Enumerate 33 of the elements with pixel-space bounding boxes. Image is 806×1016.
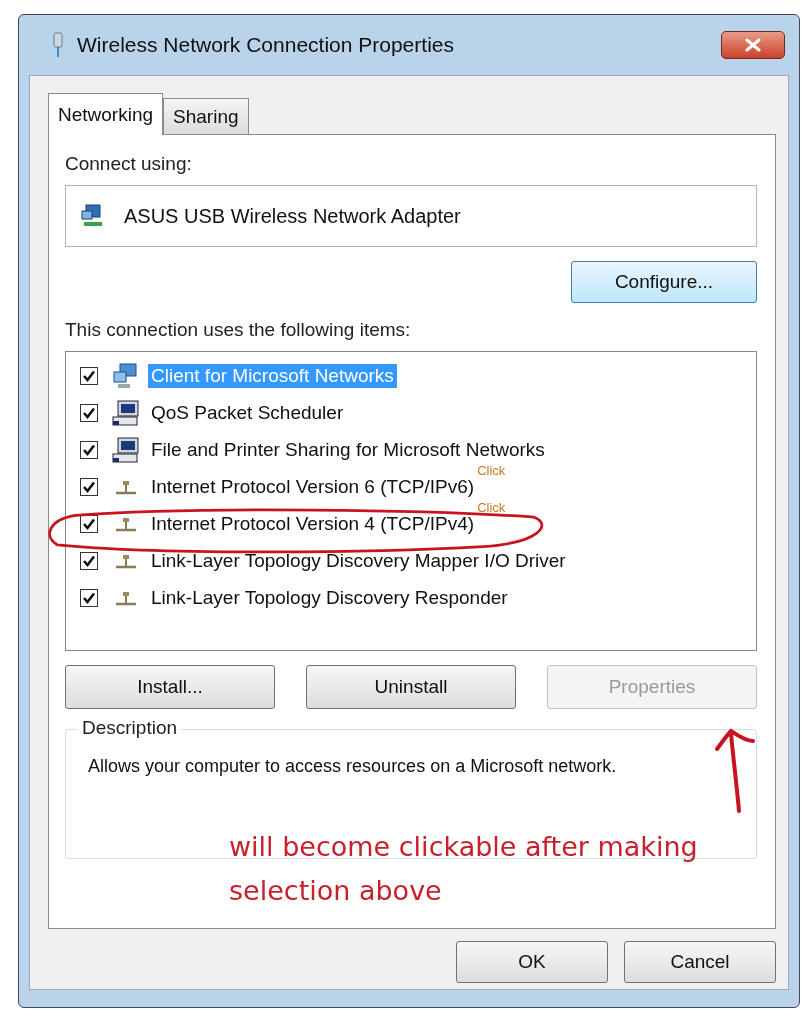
item-label[interactable]: QoS Packet Scheduler bbox=[148, 401, 347, 425]
item-label[interactable]: Internet Protocol Version 6 (TCP/IPv6) bbox=[148, 475, 478, 499]
network-plug-icon bbox=[51, 32, 65, 58]
tab[interactable]: Sharing bbox=[163, 98, 249, 134]
annotation-note: will become clickable after making selection above bbox=[229, 830, 699, 908]
dialog-button[interactable]: OK bbox=[456, 941, 608, 983]
click-note: Click bbox=[477, 463, 506, 478]
tab[interactable]: Networking bbox=[48, 93, 164, 135]
computer-icon bbox=[112, 399, 140, 427]
adapter-name: ASUS USB Wireless Network Adapter bbox=[124, 204, 461, 228]
item-action-button[interactable]: Install... bbox=[65, 665, 275, 709]
checkbox[interactable] bbox=[80, 552, 98, 570]
configure-button[interactable]: Configure... bbox=[571, 261, 757, 303]
item-label[interactable]: File and Printer Sharing for Microsoft Networks bbox=[148, 438, 548, 462]
close-button[interactable] bbox=[721, 31, 785, 59]
checkbox[interactable] bbox=[80, 441, 98, 459]
dialog-button[interactable]: Cancel bbox=[624, 941, 776, 983]
checkbox[interactable] bbox=[80, 478, 98, 496]
computer-icon bbox=[112, 436, 140, 464]
item-label[interactable]: Link-Layer Topology Discovery Mapper I/O Driver bbox=[148, 549, 569, 573]
computers-icon bbox=[112, 362, 140, 390]
item-action-button[interactable]: Uninstall bbox=[306, 665, 516, 709]
window-title: Wireless Network Connection Properties bbox=[77, 33, 455, 57]
item-label[interactable]: Link-Layer Topology Discovery Responder bbox=[148, 586, 511, 610]
description-text: Allows your computer to access resources on a Microsoft network. bbox=[88, 755, 618, 778]
checkbox[interactable] bbox=[80, 515, 98, 533]
checkbox[interactable] bbox=[80, 589, 98, 607]
checkbox[interactable] bbox=[80, 367, 98, 385]
checkbox[interactable] bbox=[80, 404, 98, 422]
click-note: Click bbox=[477, 500, 506, 515]
close-icon bbox=[744, 38, 762, 52]
connect-using-label: Connect using: bbox=[65, 153, 193, 175]
items-label: This connection uses the following items: bbox=[65, 319, 412, 341]
